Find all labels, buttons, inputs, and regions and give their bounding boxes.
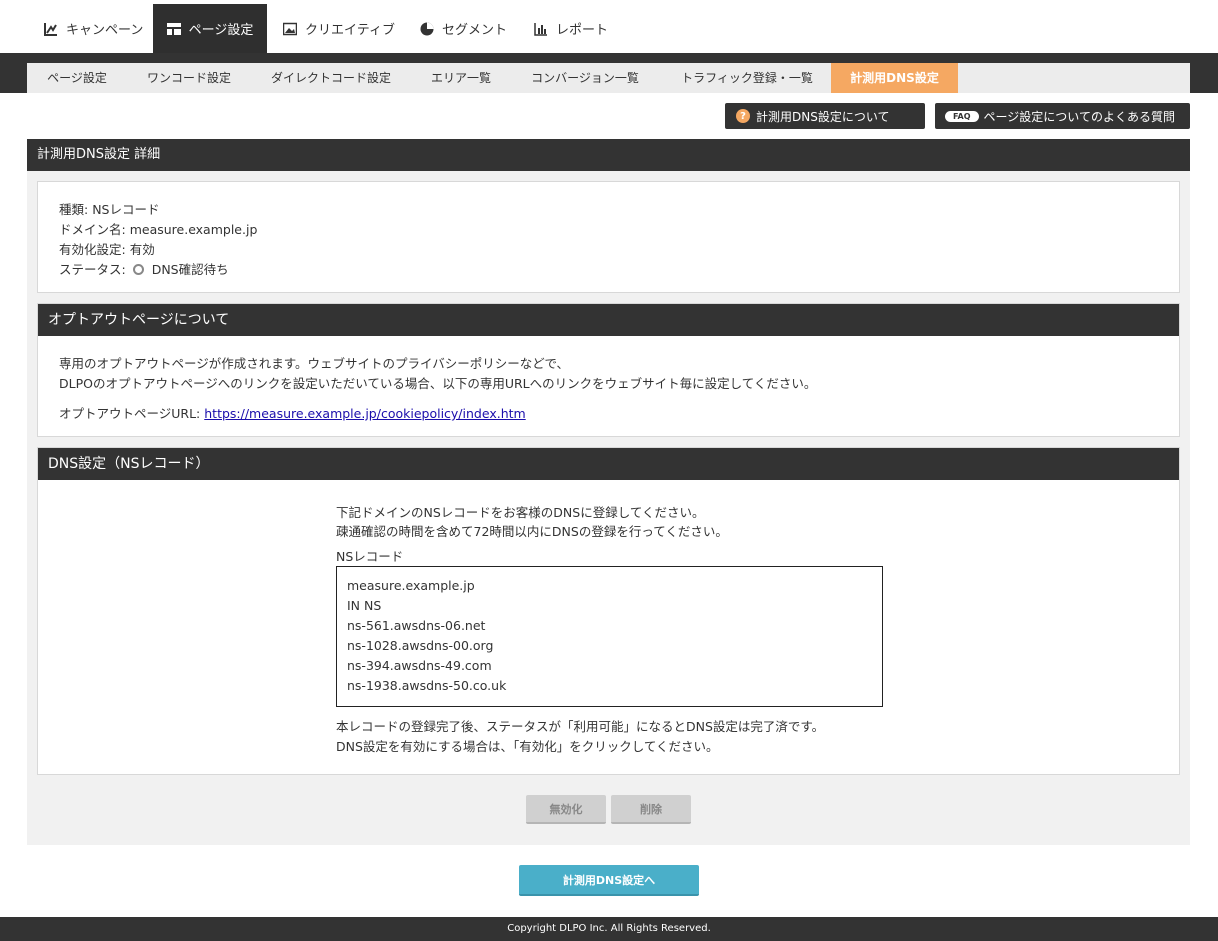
- faq-icon: FAQ: [945, 110, 979, 122]
- optout-url-link[interactable]: https://measure.example.jp/cookiepolicy/…: [204, 406, 525, 421]
- faq-button[interactable]: FAQ ページ設定についてのよくある質問: [935, 103, 1190, 129]
- optout-url-row: オプトアウトページURL: https://measure.example.jp…: [59, 403, 526, 422]
- layout-icon: [166, 22, 181, 36]
- tab-page-settings[interactable]: ページ設定: [153, 4, 267, 53]
- tab-segment[interactable]: セグメント: [420, 4, 507, 53]
- subtab-conversion-list[interactable]: コンバージョン一覧: [511, 63, 659, 93]
- subtab-measurement-dns[interactable]: 計測用DNS設定: [831, 63, 958, 93]
- bar-chart-icon: [534, 22, 548, 36]
- subtab-page-settings[interactable]: ページ設定: [27, 63, 127, 93]
- optout-box: オプトアウトページについて 専用のオプトアウトページが作成されます。ウェブサイト…: [37, 303, 1180, 437]
- tab-report-label: レポート: [556, 23, 609, 38]
- status-label: ステータス:: [59, 262, 126, 277]
- record-line: ns-1028.awsdns-00.org: [347, 638, 494, 653]
- about-dns-button[interactable]: ? 計測用DNS設定について: [725, 103, 925, 129]
- dns-note-1: 本レコードの登録完了後、ステータスが「利用可能」になるとDNS設定は完了済です。: [336, 719, 825, 734]
- subtab-traffic[interactable]: トラフィック登録・一覧: [663, 63, 831, 93]
- optout-line-1: 専用のオプトアウトページが作成されます。ウェブサイトのプライバシーポリシーなどで…: [59, 356, 570, 371]
- faq-label: ページ設定についてのよくある質問: [983, 109, 1175, 124]
- record-line: ns-1938.awsdns-50.co.uk: [347, 678, 507, 693]
- tab-creative[interactable]: クリエイティブ: [283, 4, 395, 53]
- back-to-dns-settings-button[interactable]: 計測用DNS設定へ: [519, 865, 699, 896]
- sub-navigation: ページ設定 ワンコード設定 ダイレクトコード設定 エリア一覧 コンバージョン一覧…: [0, 53, 1218, 93]
- record-line: ns-561.awsdns-06.net: [347, 618, 486, 633]
- enabled-row: 有効化設定: 有効: [59, 239, 155, 258]
- status-row: ステータス: DNS確認待ち: [59, 259, 229, 278]
- page-title: 計測用DNS設定 詳細: [27, 139, 1190, 171]
- ns-record-box: measure.example.jp IN NS ns-561.awsdns-0…: [336, 566, 883, 707]
- top-navigation: キャンペーン ページ設定 クリエイティブ セグメント レポート: [0, 0, 1218, 53]
- question-icon: ?: [736, 109, 750, 123]
- image-icon: [283, 22, 297, 36]
- record-line: measure.example.jp: [347, 578, 475, 593]
- type-row: 種類: NSレコード: [59, 199, 160, 218]
- subtab-one-code[interactable]: ワンコード設定: [131, 63, 247, 93]
- type-label: 種類:: [59, 202, 89, 217]
- disable-button[interactable]: 無効化: [526, 795, 606, 824]
- subtab-direct-code[interactable]: ダイレクトコード設定: [251, 63, 411, 93]
- enabled-value: 有効: [129, 242, 155, 257]
- domain-row: ドメイン名: measure.example.jp: [59, 219, 257, 238]
- optout-line-2: DLPOのオプトアウトページへのリンクを設定いただいている場合、以下の専用URL…: [59, 376, 817, 391]
- tab-segment-label: セグメント: [442, 23, 508, 38]
- dns-note-2: DNS設定を有効にする場合は、「有効化」をクリックしてください。: [336, 739, 719, 754]
- tab-campaign-label: キャンペーン: [66, 23, 144, 38]
- record-line: ns-394.awsdns-49.com: [347, 658, 492, 673]
- sub-navigation-bar: ページ設定 ワンコード設定 ダイレクトコード設定 エリア一覧 コンバージョン一覧…: [27, 63, 1190, 93]
- type-value: NSレコード: [92, 202, 160, 217]
- dns-title: DNS設定（NSレコード）: [38, 448, 1179, 480]
- dns-intro-1: 下記ドメインのNSレコードをお客様のDNSに登録してください。: [336, 505, 705, 520]
- tab-page-settings-label: ページ設定: [188, 23, 254, 38]
- dns-box: DNS設定（NSレコード） 下記ドメインのNSレコードをお客様のDNSに登録して…: [37, 447, 1180, 775]
- tab-report[interactable]: レポート: [534, 4, 608, 53]
- domain-value: measure.example.jp: [129, 222, 258, 237]
- ns-record-label: NSレコード: [336, 549, 404, 564]
- optout-url-label: オプトアウトページURL:: [59, 406, 201, 421]
- detail-box: 種類: NSレコード ドメイン名: measure.example.jp 有効化…: [37, 181, 1180, 293]
- subtab-area-list[interactable]: エリア一覧: [415, 63, 507, 93]
- status-pending-icon: [132, 264, 144, 275]
- pie-chart-icon: [420, 22, 434, 36]
- footer-copyright: Copyright DLPO Inc. All Rights Reserved.: [0, 917, 1218, 941]
- status-badge: DNS確認待ち: [151, 262, 229, 277]
- about-dns-label: 計測用DNS設定について: [756, 109, 890, 124]
- domain-label: ドメイン名:: [59, 222, 126, 237]
- optout-title: オプトアウトページについて: [38, 304, 1179, 336]
- campaign-icon: [44, 22, 58, 36]
- record-line: IN NS: [347, 598, 382, 613]
- enabled-label: 有効化設定:: [59, 242, 126, 257]
- tab-creative-label: クリエイティブ: [305, 23, 395, 38]
- delete-button[interactable]: 削除: [611, 795, 691, 824]
- dns-intro-2: 疎通確認の時間を含めて72時間以内にDNSの登録を行ってください。: [336, 524, 728, 539]
- tab-campaign[interactable]: キャンペーン: [44, 4, 143, 53]
